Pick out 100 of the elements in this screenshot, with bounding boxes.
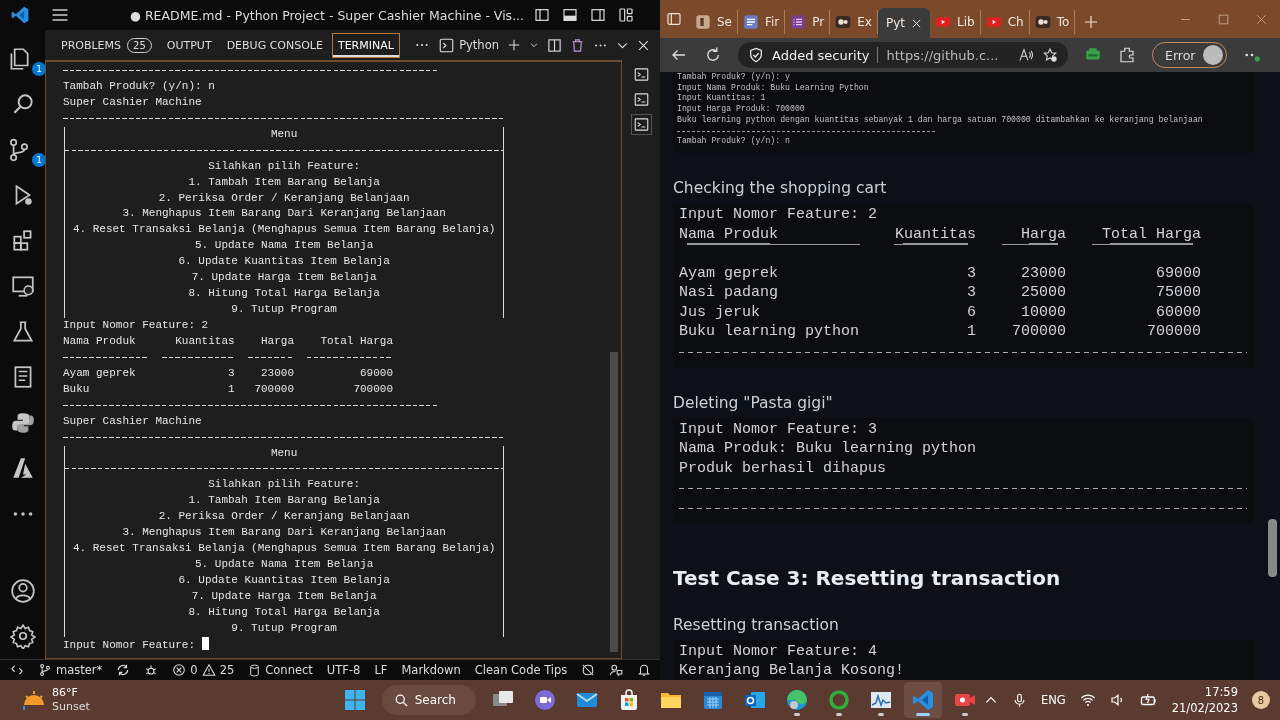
menu-option: 6. Update Kuantitas Item Belanja xyxy=(178,574,390,586)
tab-title: Pyt xyxy=(885,16,905,30)
output-line: Input Nomor Feature: 2 xyxy=(679,204,879,225)
table-cell: 75000 xyxy=(1156,284,1202,302)
error-count[interactable]: 0 xyxy=(190,663,198,677)
output-line: Input Nama Produk: Buku Learning Python xyxy=(677,82,870,93)
output-line: Nama Produk: Buku learning python xyxy=(679,439,978,459)
menu-option: 7. Update Harga Item Belanja xyxy=(191,589,377,602)
table-cell: Buku xyxy=(63,382,90,395)
browser-tab[interactable]: Pyt xyxy=(877,8,930,38)
column-header: Harga xyxy=(261,334,294,347)
column-header: Nama Produk xyxy=(679,225,779,243)
column-header: Nama Produk xyxy=(63,334,136,347)
terminal-line: Super Cashier Machine xyxy=(63,413,203,429)
search-box[interactable]: Search xyxy=(381,685,476,715)
browser-tab[interactable]: Lib xyxy=(930,10,981,34)
menu-option: 4. Reset Transaksi Belanja (Menghapus Semua Item Barang Belanja) xyxy=(72,223,496,236)
status-item[interactable]: Clean Code Tips xyxy=(474,663,568,677)
output-line: Tambah Produk? (y/n): n xyxy=(677,136,791,147)
output-line: Input Nomor Feature: 3 xyxy=(679,419,879,440)
tab-title: Ch xyxy=(1007,15,1024,29)
menu-option: 9. Tutup Program xyxy=(231,621,337,634)
status-item[interactable]: Markdown xyxy=(401,663,461,677)
temperature: 86°F xyxy=(52,686,79,700)
column-header: Kuantitas xyxy=(175,334,235,347)
menu-option: 8. Hitung Total Harga Belanja xyxy=(188,287,380,300)
tab-title: Pr xyxy=(812,15,825,29)
output-line: Produk berhasil dihapus xyxy=(679,458,888,479)
table-cell: 10000 xyxy=(1021,303,1066,321)
terminal-prompt: Input Nomor Feature: xyxy=(63,638,196,651)
column-header: Total Harga xyxy=(320,334,393,347)
tab-title: To xyxy=(1056,15,1070,29)
table-cell: Jus jeruk xyxy=(679,303,760,321)
branch-name[interactable]: master* xyxy=(56,663,103,677)
output-line: Input Nomor Feature: 4 xyxy=(679,641,879,662)
table-cell: 3 xyxy=(967,284,976,302)
paragraph: Checking the shopping cart xyxy=(673,178,888,197)
weather-condition: Sunset xyxy=(52,700,90,714)
column-header: Kuantitas xyxy=(895,225,976,243)
output-line: Keranjang Belanja Kosong! xyxy=(679,661,906,680)
section-heading: Test Case 3: Resetting transaction xyxy=(673,565,1062,590)
clock-time[interactable]: 17:59 xyxy=(1204,684,1238,700)
table-cell: Ayam geprek xyxy=(679,264,779,282)
browser-tab[interactable]: Pr xyxy=(785,10,831,34)
menu-option: 3. Menghapus Item Barang Dari Keranjang Belanjaan xyxy=(122,207,446,220)
warning-count[interactable]: 25 xyxy=(219,663,235,677)
menu-option: 2. Periksa Order / Keranjang Belanjaan xyxy=(158,191,410,204)
panel-tab[interactable]: PROBLEMS 25 xyxy=(55,31,158,59)
status-item[interactable]: LF xyxy=(374,663,388,677)
table-cell: 6 xyxy=(967,303,976,321)
table-cell: Buku learning python xyxy=(679,323,860,341)
output-line: Input Kuantitas: 1 xyxy=(677,93,767,104)
table-cell: 700000 xyxy=(254,382,294,395)
table-cell: Ayam geprek xyxy=(63,366,136,379)
table-cell: 3 xyxy=(228,366,235,379)
menu-option: 7. Update Harga Item Belanja xyxy=(191,271,377,284)
status-item[interactable]: Connect xyxy=(265,663,313,677)
panel-tab[interactable]: DEBUG CONSOLE xyxy=(220,32,329,58)
menu-option: 5. Update Nama Item Belanja xyxy=(195,239,374,252)
panel-tab[interactable]: OUTPUT xyxy=(160,32,218,58)
address-bar[interactable]: Added security https://github.c... xyxy=(738,42,1068,68)
tab-title: Ex xyxy=(857,15,872,29)
table-cell: 1 xyxy=(228,382,235,395)
menu-option: 2. Periksa Order / Keranjang Belanjaan xyxy=(158,510,410,523)
menu-option: 8. Hitung Total Harga Belanja xyxy=(188,605,380,618)
table-cell: 23000 xyxy=(261,366,294,379)
column-header: Total Harga xyxy=(1102,225,1202,243)
menu-prompt: Silahkan pilih Feature: xyxy=(208,478,361,491)
menu-title: Menu xyxy=(270,127,298,140)
status-item[interactable]: UTF-8 xyxy=(326,663,361,677)
table-cell: 23000 xyxy=(1021,264,1066,282)
output-line: Input Harga Produk: 700000 xyxy=(677,104,806,115)
window-title: ● README.md - Python Project - Super Cashier Machine - Vis... xyxy=(129,7,525,23)
terminal-line: Super Cashier Machine xyxy=(63,94,203,110)
output-line: Tambah Produk? (y/n): y xyxy=(677,72,791,83)
paragraph: Resetting transaction xyxy=(673,615,840,634)
table-cell: 25000 xyxy=(1021,284,1066,302)
tab-title: Lib xyxy=(957,15,975,29)
browser-tab[interactable]: Se xyxy=(690,10,738,34)
terminal-line: Input Nomor Feature: 2 xyxy=(63,318,210,333)
table-cell: 3 xyxy=(967,264,976,282)
menu-option: 4. Reset Transaksi Belanja (Menghapus Semua Item Barang Belanja) xyxy=(72,542,496,555)
table-cell: 1 xyxy=(967,323,976,341)
language-indicator[interactable]: ENG xyxy=(1040,693,1066,707)
table-cell: 60000 xyxy=(1156,303,1202,321)
browser-tab[interactable]: Fir xyxy=(738,10,786,34)
browser-tab[interactable]: To xyxy=(1029,10,1076,34)
clock-date[interactable]: 21/02/2023 xyxy=(1171,700,1238,716)
security-label: Added security xyxy=(772,47,870,63)
paragraph: Deleting "Pasta gigi" xyxy=(673,393,834,412)
menu-title: Menu xyxy=(270,446,298,459)
menu-option: 9. Tutup Program xyxy=(231,303,337,316)
menu-option: 6. Update Kuantitas Item Belanja xyxy=(178,255,390,268)
terminal-profile[interactable]: Python xyxy=(459,38,499,52)
notification-badge[interactable]: 8 xyxy=(1252,691,1270,709)
browser-tab[interactable]: Ex xyxy=(830,10,878,34)
table-cell: 700000 xyxy=(353,382,393,395)
browser-tab[interactable]: Ch xyxy=(980,10,1030,34)
panel-tab[interactable]: TERMINAL xyxy=(331,32,400,58)
column-header: Harga xyxy=(1021,225,1066,243)
